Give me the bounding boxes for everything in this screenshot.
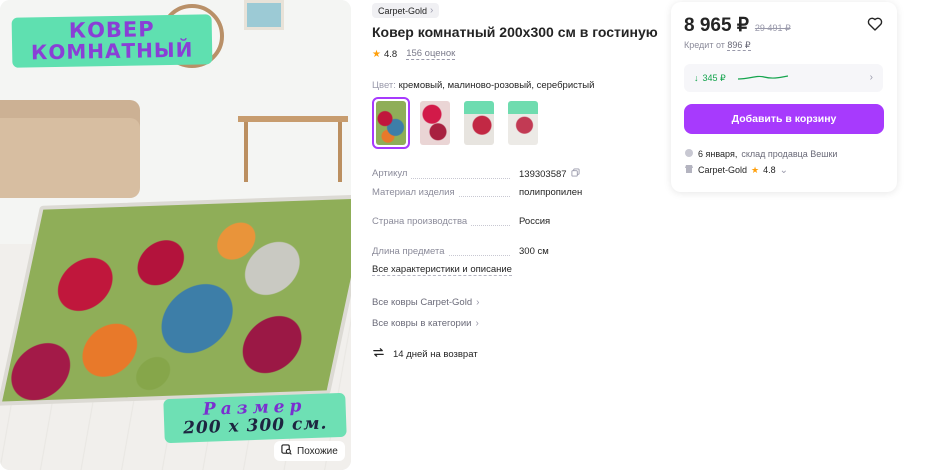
all-specs-link[interactable]: Все характеристики и описание — [372, 264, 512, 276]
spec-value: 139303587 — [514, 168, 580, 181]
price-row: 8 965 ₽ 29 491 ₽ — [684, 14, 791, 37]
similar-button[interactable]: Похожие — [274, 441, 345, 461]
all-category-items-label: Все ковры в категории — [372, 318, 472, 329]
return-icon — [372, 346, 385, 362]
spec-row: Длина предмета 300 см — [372, 246, 652, 258]
swatch-image — [376, 101, 406, 145]
similar-icon — [281, 444, 292, 458]
swatch-image — [508, 101, 538, 145]
rating-value: 4.8 — [383, 48, 398, 60]
spec-value: полипропилен — [519, 187, 583, 198]
delivery-info: 6 января, склад продавца Вешки — [684, 148, 837, 160]
chevron-down-icon: ⌄ — [779, 164, 789, 176]
swatch-image — [464, 101, 494, 145]
spec-label: Страна производства — [372, 216, 514, 228]
delivery-source: склад продавца Вешки — [741, 149, 838, 159]
color-swatch-2[interactable] — [416, 97, 454, 149]
star-icon: ★ — [751, 164, 760, 175]
rating-row: ★ 4.8 156 оценок — [372, 48, 456, 60]
brand-chip[interactable]: Carpet-Gold › — [372, 3, 440, 18]
article-number: 139303587 — [519, 168, 567, 180]
add-to-cart-button[interactable]: Добавить в корзину — [684, 104, 884, 134]
credit-row: Кредит от 896 ₽ — [684, 40, 751, 51]
return-label: 14 дней на возврат — [393, 348, 478, 360]
color-value: кремовый, малиново-розовый, серебристый — [398, 80, 595, 91]
image-sofa — [0, 118, 140, 198]
brand-name: Carpet-Gold — [378, 5, 428, 16]
seller-rating: 4.8 — [763, 165, 776, 175]
cashback-amount: 345 ₽ — [702, 72, 726, 83]
spec-label: Артикул — [372, 168, 514, 181]
main-product-image[interactable]: КОВЕР КОМНАТНЫЙ Размер 200 x 300 см. Пох… — [0, 0, 351, 470]
spec-row: Страна производства Россия — [372, 216, 652, 228]
arrow-down-icon: ↓ — [694, 73, 699, 83]
credit-amount[interactable]: 896 ₽ — [727, 40, 751, 51]
sparkline-icon — [726, 73, 788, 83]
image-desk — [238, 116, 348, 122]
all-brand-items-link[interactable]: Все ковры Carpet-Gold › — [372, 297, 479, 308]
spec-label: Длина предмета — [372, 246, 514, 258]
chevron-right-icon: › — [430, 5, 434, 16]
image-desk-leg — [338, 122, 342, 182]
reviews-link[interactable]: 156 оценок — [406, 48, 456, 60]
image-wall-picture — [244, 0, 284, 30]
swatch-image — [420, 101, 450, 145]
price-card: 8 965 ₽ 29 491 ₽ Кредит от 896 ₽ ↓ 345 ₽… — [671, 2, 897, 192]
old-price: 29 491 ₽ — [754, 23, 791, 33]
heart-icon[interactable] — [867, 16, 883, 32]
return-policy[interactable]: 14 дней на возврат — [372, 346, 478, 362]
store-icon — [684, 164, 694, 176]
color-swatches — [372, 97, 542, 149]
spec-label-text: Длина предмета — [372, 246, 448, 257]
cashback-box[interactable]: ↓ 345 ₽ › — [684, 64, 883, 92]
all-brand-items-label: Все ковры Carpet-Gold — [372, 297, 473, 308]
credit-prefix: Кредит от — [684, 40, 725, 50]
seller-info[interactable]: Carpet-Gold ★ 4.8 ⌄ — [684, 164, 788, 176]
image-size-banner: Размер 200 x 300 см. — [163, 392, 347, 444]
spec-row: Артикул 139303587 — [372, 168, 652, 181]
chevron-right-icon: › — [869, 72, 873, 83]
image-desk-leg — [244, 122, 248, 182]
product-title: Ковер комнатный 200х300 см в гостиную — [372, 24, 658, 40]
chevron-right-icon: › — [476, 297, 480, 308]
spec-label: Материал изделия — [372, 187, 514, 199]
current-price: 8 965 ₽ — [684, 15, 749, 36]
star-icon: ★ — [372, 48, 381, 60]
image-rug — [0, 194, 351, 406]
spec-label-text: Материал изделия — [372, 187, 458, 198]
color-label: Цвет: кремовый, малиново-розовый, серебр… — [372, 80, 594, 91]
warehouse-icon — [684, 148, 694, 160]
spec-label-text: Страна производства — [372, 216, 471, 227]
banner-line-2: КОМНАТНЫЙ — [30, 37, 194, 65]
color-swatch-4[interactable] — [504, 97, 542, 149]
color-swatch-1[interactable] — [372, 97, 410, 149]
spec-row: Материал изделия полипропилен — [372, 187, 652, 199]
spec-label-text: Артикул — [372, 168, 411, 179]
color-swatch-3[interactable] — [460, 97, 498, 149]
copy-icon[interactable] — [571, 168, 580, 181]
all-category-items-link[interactable]: Все ковры в категории › — [372, 318, 479, 329]
chevron-right-icon: › — [475, 318, 479, 329]
image-title-banner: КОВЕР КОМНАТНЫЙ — [11, 14, 213, 68]
delivery-date: 6 января, — [698, 149, 738, 159]
color-label-prefix: Цвет: — [372, 80, 396, 91]
spec-value: Россия — [519, 216, 551, 227]
seller-name: Carpet-Gold — [698, 165, 748, 175]
similar-label: Похожие — [297, 445, 338, 457]
spec-value: 300 см — [519, 246, 549, 257]
